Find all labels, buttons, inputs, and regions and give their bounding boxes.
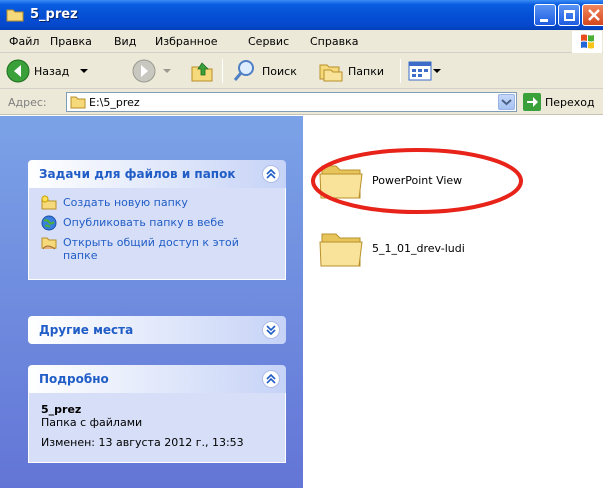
details-header[interactable]: Подробно — [28, 365, 286, 393]
address-label: Адрес: — [8, 96, 47, 109]
other-places-panel: Другие места — [28, 316, 286, 344]
dropdown-arrow-icon[interactable] — [77, 66, 91, 76]
forward-arrow-icon — [132, 59, 156, 83]
folder-item[interactable]: 5_1_01_drev-ludi — [318, 226, 465, 270]
menu-file[interactable]: Файл — [9, 35, 39, 48]
views-grid-icon — [408, 61, 432, 81]
other-places-header[interactable]: Другие места — [28, 316, 286, 344]
close-icon — [588, 9, 600, 21]
address-input[interactable]: E:\5_prez — [66, 92, 517, 112]
dropdown-arrow-icon[interactable] — [160, 66, 174, 76]
highlight-ring — [311, 148, 523, 214]
search-icon — [233, 60, 254, 81]
minimize-icon — [540, 19, 548, 22]
folder-name: 5_1_01_drev-ludi — [372, 241, 465, 255]
globe-icon — [41, 215, 57, 231]
details-panel: Подробно 5_prez Папка с файлами Изменен:… — [28, 365, 286, 463]
task-publish-web[interactable]: Опубликовать папку в вебе — [41, 215, 275, 231]
title-bar[interactable]: 5_prez — [0, 0, 603, 30]
folder-icon — [70, 96, 86, 109]
task-label: Опубликовать папку в вебе — [63, 216, 224, 229]
chevron-down-icon — [501, 99, 512, 106]
task-pane: Задачи для файлов и папок Создать новую … — [0, 116, 303, 488]
chevron-up-icon — [266, 168, 276, 179]
window-title: 5_prez — [30, 7, 78, 22]
chevron-down-icon — [266, 325, 276, 336]
address-value: E:\5_prez — [89, 96, 140, 109]
maximize-icon — [564, 10, 575, 21]
tasks-panel-header[interactable]: Задачи для файлов и папок — [28, 160, 286, 188]
menu-edit[interactable]: Правка — [50, 35, 92, 48]
back-label: Назад — [34, 64, 70, 78]
menu-favorites[interactable]: Избранное — [155, 35, 217, 48]
collapse-button[interactable] — [262, 370, 280, 388]
dropdown-arrow-icon[interactable] — [432, 66, 442, 76]
address-dropdown-button[interactable] — [498, 94, 515, 110]
menu-bar: Файл Правка Вид Избранное Сервис Справка — [0, 30, 603, 53]
address-bar: Адрес: E:\5_prez Переход — [0, 89, 603, 115]
go-arrow-icon — [523, 93, 541, 111]
collapse-button[interactable] — [262, 165, 280, 183]
folders-icon — [319, 64, 343, 82]
back-arrow-icon — [6, 59, 30, 83]
toolbar-separator — [222, 59, 223, 83]
search-button[interactable]: Поиск — [232, 53, 297, 89]
expand-button[interactable] — [262, 321, 280, 339]
task-new-folder[interactable]: Создать новую папку — [41, 195, 275, 210]
menu-view[interactable]: Вид — [114, 35, 136, 48]
folder-icon — [319, 233, 363, 267]
forward-button[interactable] — [132, 53, 174, 89]
windows-logo-icon — [572, 31, 602, 53]
up-folder-button[interactable] — [190, 53, 214, 89]
details-body: 5_prez Папка с файлами Изменен: 13 авгус… — [28, 393, 286, 463]
folder-icon — [6, 9, 24, 22]
details-type: Папка с файлами — [41, 416, 143, 429]
details-modified: Изменен: 13 августа 2012 г., 13:53 — [41, 436, 244, 449]
share-folder-icon — [41, 237, 57, 250]
close-button[interactable] — [582, 4, 603, 26]
go-button[interactable]: Переход — [523, 93, 595, 111]
toolbar: Назад Поиск Папки — [0, 53, 603, 89]
tasks-panel-body: Создать новую папку Опубликовать папку в… — [28, 188, 286, 280]
maximize-button[interactable] — [558, 4, 580, 26]
new-folder-icon — [41, 195, 57, 210]
folders-label: Папки — [348, 64, 384, 78]
details-name: 5_prez — [41, 403, 82, 416]
views-button[interactable] — [408, 53, 442, 89]
chevron-up-icon — [266, 373, 276, 384]
details-title: Подробно — [39, 372, 109, 386]
menu-help[interactable]: Справка — [310, 35, 358, 48]
toolbar-separator — [400, 59, 401, 83]
tasks-panel-title: Задачи для файлов и папок — [39, 167, 236, 181]
folders-button[interactable]: Папки — [318, 53, 384, 89]
up-folder-icon — [191, 62, 213, 82]
tasks-panel: Задачи для файлов и папок Создать новую … — [28, 160, 286, 280]
menu-tools[interactable]: Сервис — [248, 35, 289, 48]
minimize-button[interactable] — [534, 4, 556, 26]
back-button[interactable]: Назад — [6, 53, 91, 89]
task-share-folder[interactable]: Открыть общий доступ к этой папке — [41, 236, 275, 262]
go-label: Переход — [545, 95, 595, 109]
task-label: Открыть общий доступ к этой папке — [63, 236, 239, 262]
task-label: Создать новую папку — [63, 196, 188, 209]
other-places-title: Другие места — [39, 323, 134, 337]
search-label: Поиск — [262, 64, 297, 78]
